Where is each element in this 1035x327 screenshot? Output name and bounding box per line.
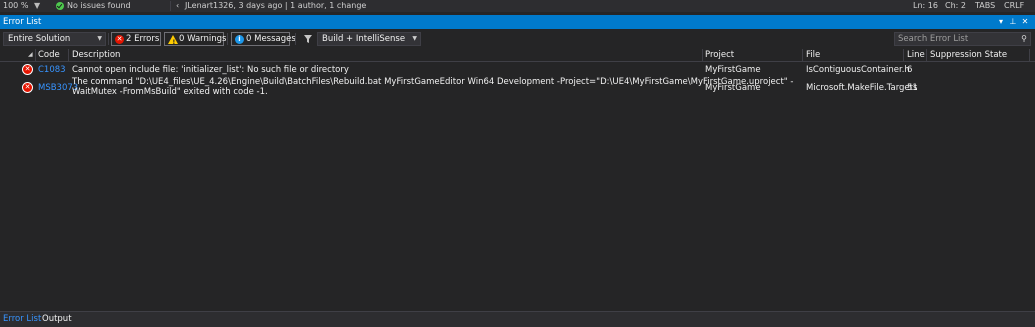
zoom-dropdown-icon[interactable]: ▼ — [34, 0, 40, 12]
scope-value: Entire Solution — [8, 34, 71, 44]
column-header-file[interactable]: File — [806, 48, 820, 62]
error-icon: ✕ — [22, 64, 33, 75]
panel-title: Error List — [3, 17, 42, 27]
line-ending[interactable]: CRLF — [1004, 0, 1024, 12]
error-line: 51 — [907, 83, 918, 93]
error-file: IsContiguousContainer.h — [806, 65, 910, 75]
column-divider[interactable] — [35, 49, 36, 61]
column-divider[interactable] — [702, 49, 703, 61]
filter-icon[interactable] — [304, 35, 312, 43]
error-icon: ✕ — [22, 82, 33, 93]
error-description-continued: WaitMutex -FromMsBuild" exited with code… — [72, 87, 268, 97]
messages-label: 0 Messages — [246, 34, 296, 44]
column-header-description[interactable]: Description — [72, 48, 120, 62]
error-code-link[interactable]: C1083 — [38, 65, 66, 75]
column-divider[interactable] — [1029, 49, 1030, 61]
pin-icon[interactable]: ⊥ — [1008, 15, 1018, 29]
tool-window-tabs: Error List Output — [0, 311, 1035, 327]
warnings-label: 0 Warnings — [179, 34, 227, 44]
divider — [170, 1, 171, 11]
scope-dropdown[interactable]: Entire Solution ▼ — [3, 32, 106, 46]
chevron-left-icon[interactable]: ‹ — [176, 0, 179, 12]
line-number: Ln: 16 — [913, 1, 938, 10]
column-divider[interactable] — [68, 49, 69, 61]
chevron-down-icon: ▼ — [97, 35, 102, 42]
indent-mode[interactable]: TABS — [975, 0, 995, 12]
info-icon: i — [235, 35, 244, 44]
column-divider[interactable] — [903, 49, 904, 61]
error-list-titlebar[interactable]: Error List ▾ ⊥ ✕ — [0, 15, 1035, 29]
error-project: MyFirstGame — [705, 65, 761, 75]
close-icon[interactable]: ✕ — [1020, 15, 1030, 29]
error-line: 6 — [907, 65, 913, 75]
error-project: MyFirstGame — [705, 83, 761, 93]
build-source-dropdown[interactable]: Build + IntelliSense ▼ — [317, 32, 421, 46]
build-source-value: Build + IntelliSense — [322, 34, 406, 44]
tab-error-list[interactable]: Error List — [3, 312, 41, 327]
search-icon[interactable]: ⚲ — [1021, 33, 1027, 45]
messages-filter-button[interactable]: i 0 Messages — [231, 32, 296, 46]
issues-status[interactable]: No issues found — [67, 0, 131, 12]
column-header-line[interactable]: Line — [907, 48, 925, 62]
error-icon: ✕ — [115, 35, 124, 44]
zoom-level[interactable]: 100 % — [3, 0, 28, 12]
column-header-suppression-state[interactable]: Suppression State — [930, 48, 1007, 62]
table-row[interactable]: ✕ MSB3073 The command "D:\UE4_files\UE_4… — [0, 77, 1035, 99]
column-divider[interactable] — [802, 49, 803, 61]
column-header-code[interactable]: Code — [38, 48, 60, 62]
editor-status-strip: 100 % ▼ No issues found ‹ JLenart1326, 3… — [0, 0, 1035, 12]
column-number: Ch: 2 — [945, 1, 966, 10]
error-description: Cannot open include file: 'initializer_l… — [72, 65, 349, 75]
column-divider[interactable] — [926, 49, 927, 61]
table-row[interactable]: ✕ C1083 Cannot open include file: 'initi… — [0, 63, 1035, 76]
error-list-toolbar: Entire Solution ▼ ✕ 2 Errors ! 0 Warning… — [0, 31, 1035, 47]
check-circle-icon — [56, 2, 64, 10]
error-file: Microsoft.MakeFile.Targets — [806, 83, 918, 93]
divider — [108, 33, 109, 45]
column-header-row: ◢ Code Description Project File Line Sup… — [0, 48, 1035, 62]
errors-label: 2 Errors — [126, 34, 160, 44]
column-header-project[interactable]: Project — [705, 48, 734, 62]
chevron-down-icon: ▼ — [412, 35, 417, 42]
warnings-filter-button[interactable]: ! 0 Warnings — [164, 32, 227, 46]
tab-output[interactable]: Output — [42, 312, 72, 327]
divider — [227, 33, 228, 45]
window-options-icon[interactable]: ▾ — [996, 15, 1006, 29]
errors-filter-button[interactable]: ✕ 2 Errors — [111, 32, 161, 46]
search-placeholder: Search Error List — [898, 34, 969, 44]
sort-icon: ◢ — [28, 51, 33, 58]
search-input[interactable]: Search Error List ⚲ — [894, 32, 1031, 46]
git-blame-info[interactable]: JLenart1326, 3 days ago | 1 author, 1 ch… — [185, 0, 366, 12]
divider — [295, 33, 296, 45]
error-description: The command "D:\UE4_files\UE_4.26\Engine… — [72, 77, 794, 87]
